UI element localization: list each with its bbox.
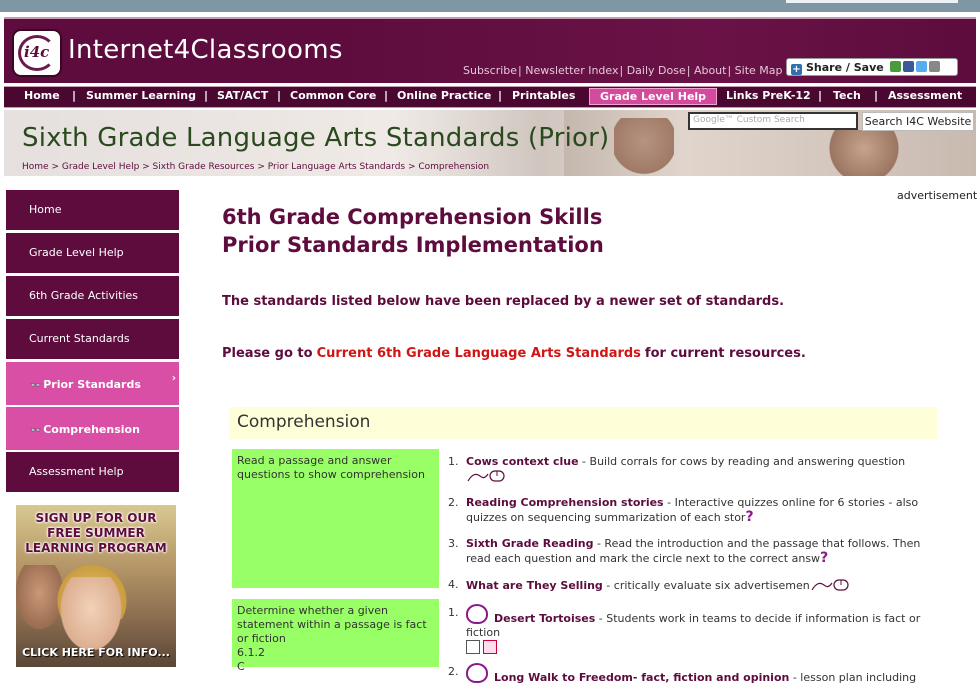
- current-standards-link[interactable]: Current 6th Grade Language Arts Standard…: [317, 346, 641, 361]
- list-item: 4. What are They Selling - critically eva…: [446, 578, 941, 593]
- promo-headline: SIGN UP FOR OUR FREE SUMMER LEARNING PRO…: [25, 511, 167, 555]
- resource-link[interactable]: Reading Comprehension stories: [466, 496, 664, 509]
- resource-link[interactable]: Cows context clue: [466, 455, 579, 468]
- section-header: Comprehension: [229, 407, 937, 439]
- nav-tech[interactable]: Tech: [833, 89, 861, 102]
- resource-link[interactable]: Sixth Grade Reading: [466, 537, 593, 550]
- breadcrumb-comprehension: Comprehension: [418, 162, 490, 172]
- toplink-about[interactable]: About: [694, 64, 727, 77]
- breadcrumb-prior-standards[interactable]: Prior Language Arts Standards: [268, 162, 405, 172]
- browser-top-strip: [0, 0, 980, 12]
- top-search-field[interactable]: [786, 0, 958, 3]
- nav-online-practice[interactable]: Online Practice: [397, 89, 491, 102]
- mouse-icon: [466, 469, 506, 483]
- question-mark-icon: ?: [745, 509, 754, 525]
- promo-cta: CLICK HERE FOR INFO...: [22, 646, 170, 659]
- apple-icon: [466, 663, 488, 683]
- sidebar-item-current-standards[interactable]: Current Standards: [6, 319, 179, 360]
- sidebar-item-comprehension[interactable]: 👓 Comprehension: [6, 407, 179, 451]
- breadcrumb-grade-level-help[interactable]: Grade Level Help: [62, 162, 139, 172]
- glasses-icon: 👓: [30, 426, 42, 436]
- list-item: 2. Reading Comprehension stories - Intera…: [448, 496, 919, 525]
- share-service-icon: [889, 61, 901, 72]
- advertisement-label: advertisement: [897, 189, 978, 202]
- nav-grade-level-help[interactable]: Grade Level Help: [589, 88, 718, 105]
- toplink-site-map[interactable]: Site Map: [735, 64, 783, 77]
- objective-box: Determine whether a given statement with…: [232, 599, 439, 673]
- sidebar-item-grade-level-help[interactable]: Grade Level Help: [6, 233, 179, 274]
- current-standards-notice: Please go to Current 6th Grade Language A…: [222, 346, 806, 361]
- nav-sat-act[interactable]: SAT/ACT: [217, 89, 268, 102]
- main-heading: 6th Grade Comprehension Skills Prior Sta…: [222, 205, 604, 257]
- chevron-right-icon: ›: [171, 373, 176, 384]
- resource-list: 1. Desert Tortoises - Students work in te…: [446, 604, 941, 697]
- share-save-button[interactable]: + Share / Save: [786, 58, 958, 76]
- search-input[interactable]: Google™ Custom Search: [688, 112, 858, 130]
- toplink-subscribe[interactable]: Subscribe: [463, 64, 517, 77]
- resource-list: 1. Cows context clue - Build corrals for …: [446, 455, 941, 605]
- sidebar-item-6th-grade-activities[interactable]: 6th Grade Activities: [6, 276, 179, 317]
- resource-link[interactable]: What are They Selling: [466, 579, 603, 592]
- facebook-icon: [902, 61, 914, 72]
- nav-printables[interactable]: Printables: [512, 89, 575, 102]
- question-mark-icon: ?: [820, 550, 829, 566]
- replaced-notice: The standards listed below have been rep…: [222, 294, 785, 309]
- mouse-icon: [810, 578, 850, 592]
- site-name[interactable]: Internet4Classrooms: [68, 35, 343, 65]
- more-icon: [928, 61, 940, 72]
- apple-icon: [466, 604, 488, 624]
- list-item: 1. Desert Tortoises - Students work in te…: [446, 604, 941, 655]
- lesson-plan-icon: [483, 640, 497, 654]
- nav-links-prek-12[interactable]: Links PreK-12: [726, 89, 811, 102]
- toplink-newsletter-index[interactable]: Newsletter Index: [525, 64, 618, 77]
- nav-summer-learning[interactable]: Summer Learning: [86, 89, 196, 102]
- nav-common-core[interactable]: Common Core: [290, 89, 376, 102]
- top-links: Subscribe| Newsletter Index| Daily Dose|…: [463, 64, 783, 77]
- resource-link[interactable]: Long Walk to Freedom- fact, fiction and …: [494, 671, 789, 684]
- page-banner: Sixth Grade Language Arts Standards (Pri…: [4, 110, 976, 176]
- twitter-icon: [915, 61, 927, 72]
- main-nav: Home | Summer Learning | SAT/ACT | Commo…: [4, 86, 976, 108]
- printer-icon: [466, 640, 480, 654]
- site-header: i4c Internet4Classrooms Subscribe| Newsl…: [4, 17, 976, 83]
- list-item: 3. Sixth Grade Reading - Read the introdu…: [448, 537, 921, 566]
- site-logo[interactable]: i4c: [12, 29, 62, 77]
- breadcrumb: Home > Grade Level Help > Sixth Grade Re…: [22, 162, 490, 172]
- glasses-icon: 👓: [30, 381, 42, 391]
- sidebar-item-prior-standards[interactable]: 👓 Prior Standards ›: [6, 362, 179, 406]
- summer-learning-promo[interactable]: SIGN UP FOR OUR FREE SUMMER LEARNING PRO…: [16, 505, 176, 667]
- toplink-daily-dose[interactable]: Daily Dose: [627, 64, 686, 77]
- list-item: 1. Cows context clue - Build corrals for …: [446, 455, 941, 484]
- page-title: Sixth Grade Language Arts Standards (Pri…: [22, 123, 610, 153]
- list-item: 2. Long Walk to Freedom- fact, fiction an…: [448, 663, 917, 684]
- breadcrumb-sixth-grade-resources[interactable]: Sixth Grade Resources: [153, 162, 255, 172]
- resource-link[interactable]: Desert Tortoises: [494, 612, 595, 625]
- objective-box: Read a passage and answer questions to s…: [232, 449, 439, 588]
- breadcrumb-home[interactable]: Home: [22, 162, 49, 172]
- sidebar-item-assessment-help[interactable]: Assessment Help: [6, 452, 179, 493]
- plus-icon: +: [791, 64, 802, 75]
- search-button[interactable]: Search I4C Website: [862, 112, 974, 131]
- nav-assessment[interactable]: Assessment: [888, 89, 962, 102]
- nav-home[interactable]: Home: [24, 89, 60, 102]
- sidebar-item-home[interactable]: Home: [6, 190, 179, 231]
